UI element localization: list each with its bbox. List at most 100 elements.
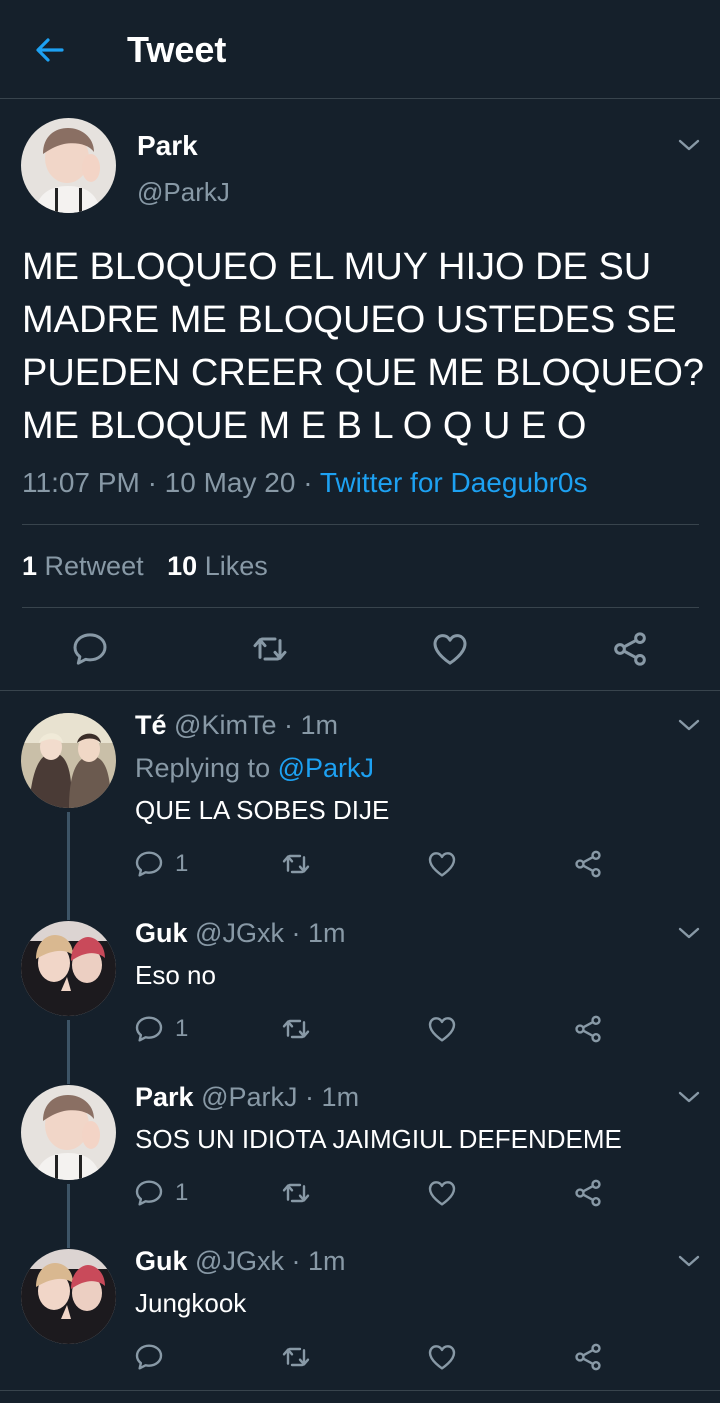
reply-icon [133,1341,165,1373]
share-button[interactable] [572,846,604,882]
share-button[interactable] [572,1175,604,1211]
thread-line [67,1184,70,1248]
retweet-button[interactable] [280,846,312,882]
like-icon[interactable] [430,629,470,669]
reply-author-handle[interactable]: @ParkJ [201,1082,297,1112]
retweet-icon [280,848,312,880]
tweet-text: ME BLOQUEO EL MUY HIJO DE SU MADRE ME BL… [22,246,705,447]
reply-button[interactable]: 1 [133,1011,188,1047]
separator: · [291,1246,301,1276]
tweet-stats: 1 Retweet 10 Likes [22,551,268,582]
top-bar: Tweet [0,0,720,99]
chevron-down-icon[interactable] [677,1089,701,1105]
reply-author-name[interactable]: Guk [135,918,188,948]
likes-count: 10 [167,551,198,581]
retweet-icon [280,1341,312,1373]
avatar[interactable] [21,1085,116,1180]
reply-text: SOS UN IDIOTA JAIMGIUL DEFENDEME [135,1124,622,1154]
likes-label: Likes [204,551,268,581]
reply-header: Guk @JGxk · 1m [135,918,346,949]
divider [22,607,699,608]
divider [22,524,699,525]
retweet-button[interactable] [280,1339,312,1375]
chevron-down-icon[interactable] [677,925,701,941]
reply-button[interactable]: 1 [133,846,188,882]
retweet-icon [280,1177,312,1209]
reply-button[interactable] [133,1339,165,1375]
retweet-button[interactable] [280,1175,312,1211]
avatar[interactable] [21,713,116,808]
reply-icon[interactable] [70,629,110,669]
reply-author-name[interactable]: Guk [135,1246,188,1276]
avatar[interactable] [21,118,116,213]
replying-label: Replying to [135,753,271,783]
retweets-link[interactable]: 1 Retweet [22,551,144,581]
like-icon [426,1341,458,1373]
like-icon [426,1177,458,1209]
reply-time: 1m [321,1082,360,1112]
separator: · [283,710,293,740]
page-title: Tweet [127,29,227,70]
tweet-source-link[interactable]: Twitter for Daegubr0s [320,467,588,498]
divider [0,690,720,691]
chevron-down-icon[interactable] [677,717,701,733]
like-icon [426,1013,458,1045]
replying-to-link[interactable]: @ParkJ [278,753,374,783]
reply-author-handle[interactable]: @JGxk [195,918,284,948]
like-button[interactable] [426,1175,458,1211]
retweets-label: Retweet [44,551,144,581]
like-button[interactable] [426,1339,458,1375]
share-icon [572,1177,604,1209]
reply-header: Park @ParkJ · 1m [135,1082,359,1113]
author-handle[interactable]: @ParkJ [137,177,230,208]
reply-header: Guk @JGxk · 1m [135,1246,346,1277]
likes-link[interactable]: 10 Likes [167,551,268,581]
like-icon [426,848,458,880]
retweets-count: 1 [22,551,38,581]
share-button[interactable] [572,1339,604,1375]
avatar[interactable] [21,1249,116,1344]
reply-icon [133,1013,165,1045]
reply-text: Eso no [135,960,216,990]
avatar[interactable] [21,921,116,1016]
retweet-icon [280,1013,312,1045]
share-icon[interactable] [610,629,650,669]
chevron-down-icon[interactable] [677,1253,701,1269]
like-button[interactable] [426,846,458,882]
tweet-meta: 11:07 PM · 10 May 20 · Twitter for Daegu… [22,467,587,499]
reply-button[interactable]: 1 [133,1175,188,1211]
like-button[interactable] [426,1011,458,1047]
reply-text: QUE LA SOBES DIJE [135,795,390,825]
retweet-icon[interactable] [250,629,290,669]
thread-line [67,812,70,920]
chevron-down-icon[interactable] [677,137,701,153]
author-name[interactable]: Park [137,130,198,162]
share-button[interactable] [572,1011,604,1047]
arrow-left-icon[interactable] [30,30,70,70]
reply-time: 1m [307,1246,346,1276]
reply-author-name[interactable]: Park [135,1082,194,1112]
reply-header: Té @KimTe · 1m [135,710,338,741]
retweet-button[interactable] [280,1011,312,1047]
reply-text: Jungkook [135,1288,247,1318]
tweet-time: 11:07 PM [22,467,140,498]
reply-time: 1m [300,710,339,740]
thread-line [67,1020,70,1084]
share-icon [572,1341,604,1373]
share-icon [572,1013,604,1045]
divider [0,1390,720,1391]
replying-to: Replying to @ParkJ [135,753,374,784]
tweet-date: 10 May 20 [164,467,296,498]
reply-icon [133,848,165,880]
separator: · [303,467,313,498]
separator: · [147,467,157,498]
separator: · [305,1082,315,1112]
reply-author-name[interactable]: Té [135,710,167,740]
reply-count: 1 [175,1179,189,1206]
reply-author-handle[interactable]: @JGxk [195,1246,284,1276]
reply-icon [133,1177,165,1209]
reply-author-handle[interactable]: @KimTe [174,710,276,740]
share-icon [572,848,604,880]
reply-count: 1 [175,850,189,877]
reply-count: 1 [175,1015,189,1042]
